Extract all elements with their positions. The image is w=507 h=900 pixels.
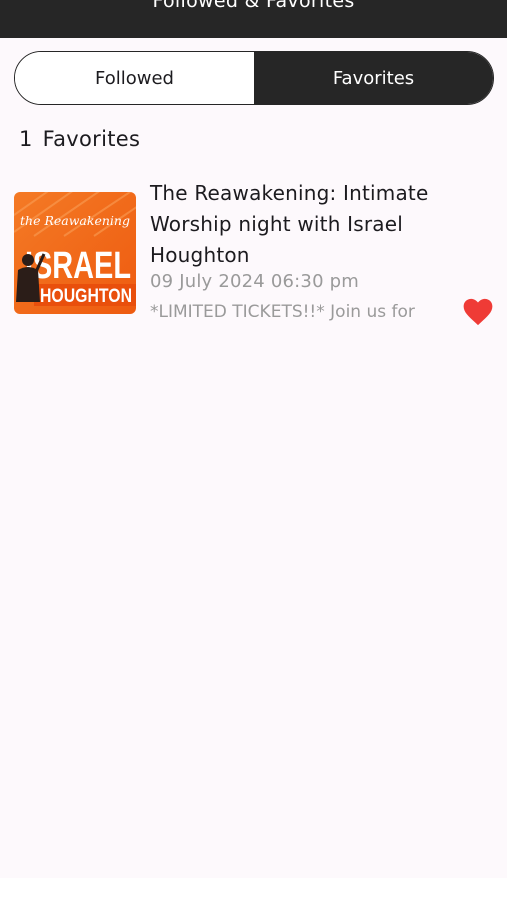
tab-favorites[interactable]: Favorites	[254, 52, 493, 104]
event-description: *LIMITED TICKETS!!* Join us for	[150, 302, 415, 322]
favorite-heart-icon[interactable]	[463, 298, 493, 326]
top-app-bar: Followed & Favorites	[0, 0, 507, 38]
segmented-control: Followed Favorites	[14, 51, 494, 105]
thumbnail-name-line2: HOUGHTON	[40, 286, 132, 307]
favorites-count-heading: 1 Favorites	[19, 127, 140, 151]
event-thumbnail[interactable]: the Reawakening ISRAEL HOUGHTON	[14, 192, 136, 314]
event-date: 09 July 2024 06:30 pm	[150, 271, 360, 292]
tab-followed[interactable]: Followed	[15, 52, 254, 104]
bottom-strip	[0, 878, 507, 900]
favorites-count-label: Favorites	[42, 127, 141, 151]
thumbnail-name-line1: ISRAEL	[25, 245, 131, 287]
favorites-count: 1	[19, 127, 33, 151]
thumbnail-script-text: the Reawakening	[20, 213, 130, 228]
page-title: Followed & Favorites	[152, 0, 355, 12]
app-screen: Followed & Favorites Followed Favorites …	[0, 0, 507, 900]
event-title[interactable]: The Reawakening: Intimate Worship night …	[150, 178, 480, 271]
list-item[interactable]: the Reawakening ISRAEL HOUGHTON The Reaw…	[14, 178, 494, 338]
